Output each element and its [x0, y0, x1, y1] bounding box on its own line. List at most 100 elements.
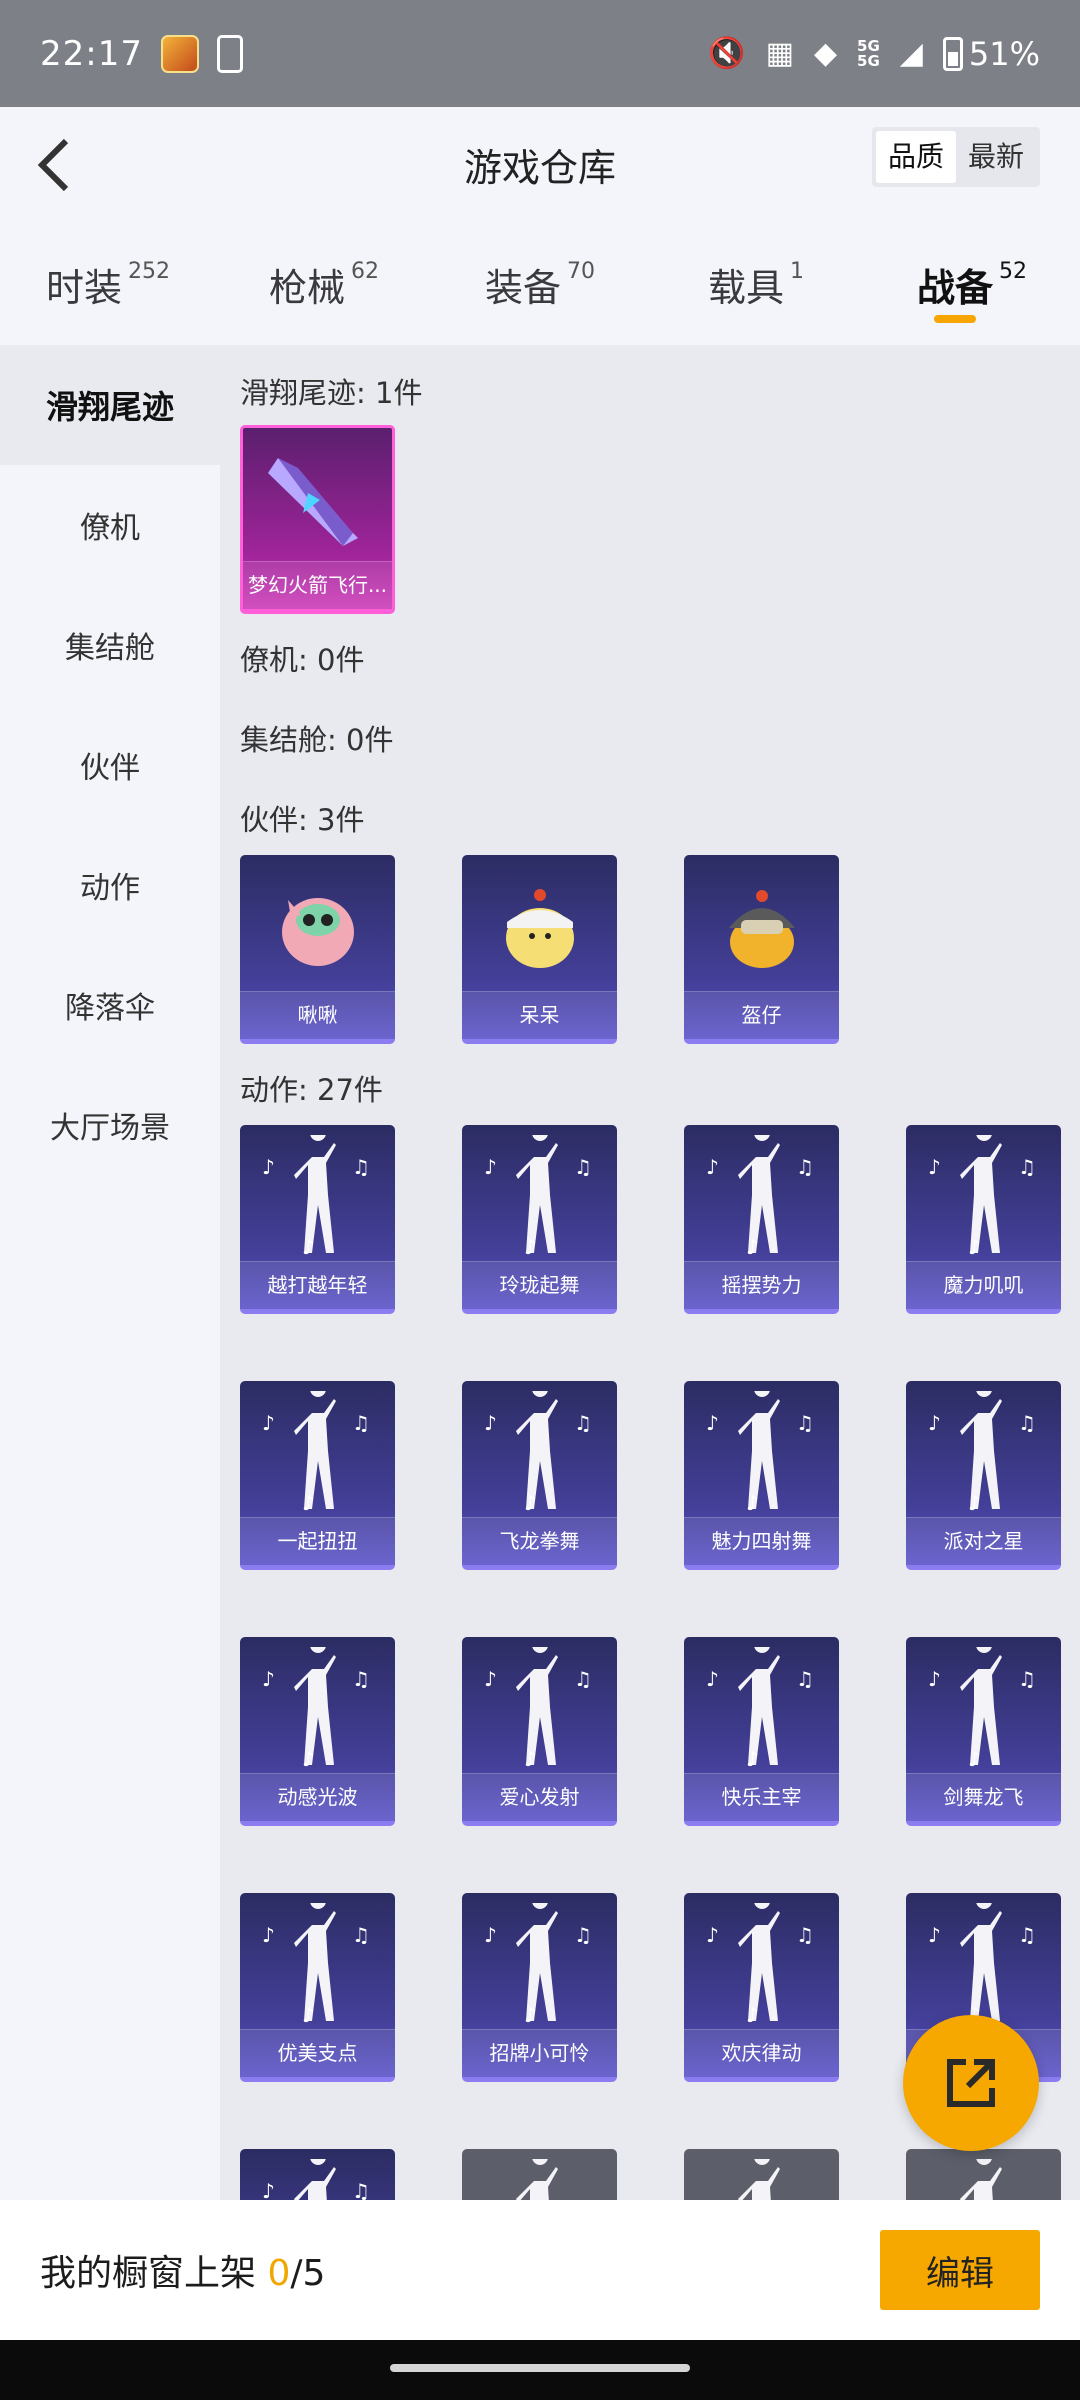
- item-card-emote[interactable]: [462, 2149, 617, 2200]
- music-note-icon: ♪: [302, 1747, 315, 1771]
- item-card-emote[interactable]: ♪ ♫ ♪ 快乐主宰: [684, 1637, 839, 1826]
- item-card-emote[interactable]: ♪ ♫ ♪ 魔力叽叽: [906, 1125, 1061, 1314]
- item-card-label: 魅力四射舞: [684, 1517, 839, 1565]
- item-card-partner[interactable]: 盔仔: [684, 855, 839, 1044]
- sort-newest-option[interactable]: 最新: [956, 131, 1036, 183]
- dancer-silhouette-icon: [293, 1647, 336, 1765]
- emote-art: [684, 2149, 839, 2200]
- pink-bird-icon: [281, 898, 354, 966]
- tab-equipment[interactable]: 装备 70: [432, 227, 648, 345]
- item-card-partner[interactable]: 呆呆: [462, 855, 617, 1044]
- item-card-glide[interactable]: 梦幻火箭飞行...: [240, 425, 395, 614]
- music-note-icon: ♪: [746, 1747, 759, 1771]
- music-note-icon: ♫: [796, 1411, 814, 1435]
- edit-button[interactable]: 编辑: [880, 2230, 1040, 2310]
- tab-label: 装备: [484, 266, 561, 310]
- item-card-label: 摇摆势力: [684, 1261, 839, 1309]
- dancer-silhouette-icon: [959, 1391, 1002, 1509]
- dancer-silhouette-icon: [737, 1135, 780, 1253]
- item-card-label: 飞龙拳舞: [462, 1517, 617, 1565]
- dancer-silhouette-icon: [737, 1903, 780, 2021]
- music-note-icon: ♫: [796, 1667, 814, 1691]
- tab-fashion[interactable]: 时装 252: [0, 227, 216, 345]
- emote-art: ♪ ♫ ♪: [462, 1637, 617, 1777]
- emote-art: ♪ ♫ ♪: [906, 1125, 1061, 1265]
- sidebar-item-emote[interactable]: 动作: [0, 825, 220, 945]
- sort-toggle: 品质 最新: [871, 127, 1040, 187]
- item-card-emote[interactable]: ♪ ♫ ♪ 招牌小可怜: [462, 1893, 617, 2082]
- emote-art: ♪ ♫ ♪: [240, 1381, 395, 1521]
- music-note-icon: ♪: [928, 1411, 941, 1435]
- showcase-label: 我的橱窗上架: [40, 2253, 268, 2294]
- sidebar-item-partner[interactable]: 伙伴: [0, 705, 220, 825]
- item-card-emote[interactable]: ♪♫♪: [240, 2149, 395, 2200]
- item-card-partner[interactable]: 啾啾: [240, 855, 395, 1044]
- item-card-emote[interactable]: ♪ ♫ ♪ 越打越年轻: [240, 1125, 395, 1314]
- sidebar-item-parachute[interactable]: 降落伞: [0, 945, 220, 1065]
- music-note-icon: ♪: [524, 1747, 537, 1771]
- item-card-label: 梦幻火箭飞行...: [243, 561, 392, 609]
- dancer-silhouette-icon: [293, 1903, 336, 2021]
- item-card-emote[interactable]: ♪ ♫ ♪ 玲珑起舞: [462, 1125, 617, 1314]
- music-note-icon: ♪: [706, 1667, 719, 1691]
- battery-icon: [942, 36, 963, 71]
- item-card-label: 优美支点: [240, 2029, 395, 2077]
- item-card-label: 动感光波: [240, 1773, 395, 1821]
- sidebar-item-lobby-scene[interactable]: 大厅场景: [0, 1065, 220, 1185]
- item-card-emote[interactable]: ♪ ♫ ♪ 欢庆律动: [684, 1893, 839, 2082]
- item-card-emote[interactable]: ♪ ♫ ♪ 摇摆势力: [684, 1125, 839, 1314]
- music-note-icon: ♫: [574, 1155, 592, 1179]
- emote-art: ♪ ♫ ♪: [684, 1381, 839, 1521]
- item-card-label: 剑舞龙飞: [906, 1773, 1061, 1821]
- sidebar-item-capsule[interactable]: 集结舱: [0, 585, 220, 705]
- section-title-wingman: 僚机: 0件: [240, 643, 365, 677]
- share-fab[interactable]: [903, 2015, 1039, 2151]
- signal-icon: ◢: [899, 35, 923, 71]
- item-card-emote[interactable]: ♪ ♫ ♪ 一起扭扭: [240, 1381, 395, 1570]
- music-note-icon: ♫: [352, 1411, 370, 1435]
- music-note-icon: ♪: [968, 1235, 981, 1259]
- home-gesture-handle[interactable]: [390, 2364, 690, 2372]
- dancer-silhouette-icon: [737, 1647, 780, 1765]
- emote-art: ♪ ♫ ♪: [906, 1381, 1061, 1521]
- item-card-emote[interactable]: ♪ ♫ ♪ 爱心发射: [462, 1637, 617, 1826]
- item-card-emote[interactable]: ♪ ♫ ♪ 派对之星: [906, 1381, 1061, 1570]
- sort-quality-option[interactable]: 品质: [875, 131, 956, 183]
- music-note-icon: ♪: [302, 2003, 315, 2027]
- dancer-silhouette-icon: [293, 1135, 336, 1253]
- item-card-emote[interactable]: ♪ ♫ ♪ 优美支点: [240, 1893, 395, 2082]
- wifi-icon: ◆: [813, 35, 838, 71]
- dancer-silhouette-icon: [515, 2159, 558, 2200]
- music-note-icon: ♪: [262, 2179, 275, 2200]
- sidebar-item-glide-trail[interactable]: 滑翔尾迹: [0, 345, 220, 465]
- music-note-icon: ♫: [574, 1411, 592, 1435]
- item-card-emote[interactable]: ♪ ♫ ♪ 动感光波: [240, 1637, 395, 1826]
- item-card-emote[interactable]: [906, 2149, 1061, 2200]
- dancer-silhouette-icon: [515, 1135, 558, 1253]
- item-card-emote[interactable]: ♪ ♫ ♪ 飞龙拳舞: [462, 1381, 617, 1570]
- item-card-emote[interactable]: ♪ ♫ ♪ 剑舞龙飞: [906, 1637, 1061, 1826]
- music-note-icon: ♫: [1018, 1667, 1036, 1691]
- network-icon: 5G 5G: [857, 36, 880, 70]
- tab-guns[interactable]: 枪械 62: [216, 227, 432, 345]
- music-note-icon: ♪: [262, 1923, 275, 1947]
- partner-art: [462, 855, 617, 995]
- music-note-icon: ♫: [352, 1923, 370, 1947]
- item-card-emote[interactable]: [684, 2149, 839, 2200]
- emote-art: ♪ ♫ ♪: [906, 1637, 1061, 1777]
- emote-art: ♪ ♫ ♪: [462, 1381, 617, 1521]
- item-card-emote[interactable]: ♪ ♫ ♪ 魅力四射舞: [684, 1381, 839, 1570]
- dancer-silhouette-icon: [293, 1391, 336, 1509]
- tab-battle-gear[interactable]: 战备 52: [864, 227, 1080, 345]
- music-note-icon: ♪: [524, 1235, 537, 1259]
- sidebar-item-wingman[interactable]: 僚机: [0, 465, 220, 585]
- item-card-label: 魔力叽叽: [906, 1261, 1061, 1309]
- music-note-icon: ♪: [746, 1491, 759, 1515]
- glider-icon: [267, 458, 358, 546]
- tab-count: 52: [999, 259, 1027, 284]
- tab-vehicles[interactable]: 载具 1: [648, 227, 864, 345]
- music-note-icon: ♫: [574, 1667, 592, 1691]
- music-note-icon: ♪: [524, 1491, 537, 1515]
- status-bar: 22:17 🔇 ▦ ◆ 5G 5G ◢ 51%: [0, 0, 1080, 107]
- item-card-label: 派对之星: [906, 1517, 1061, 1565]
